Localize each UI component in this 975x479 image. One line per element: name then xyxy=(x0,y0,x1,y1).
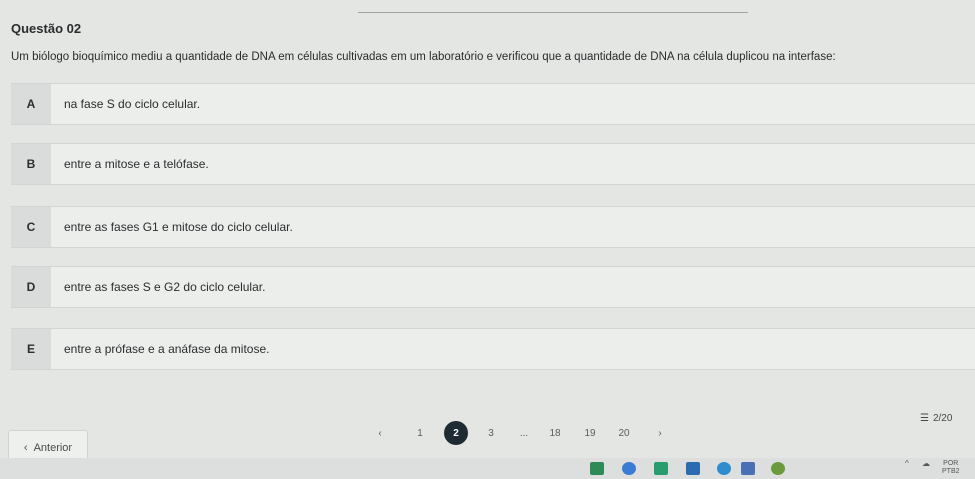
language-bottom: PTB2 xyxy=(942,468,960,475)
previous-label: Anterior xyxy=(33,441,73,454)
counter-text: 2/20 xyxy=(932,413,953,424)
option-text: entre a mitose e a telófase. xyxy=(64,157,209,171)
question-text: Um biólogo bioquímico mediu a quantidade… xyxy=(11,51,836,63)
option-letter: B xyxy=(11,144,51,184)
option-d[interactable]: D entre as fases S e G2 do ciclo celular… xyxy=(11,266,975,308)
pagination-prev-icon[interactable]: ‹ xyxy=(368,421,392,445)
taskbar-app-icon[interactable] xyxy=(771,462,785,475)
option-text: na fase S do ciclo celular. xyxy=(64,97,201,111)
option-letter: C xyxy=(11,207,51,247)
option-letter: D xyxy=(11,267,51,307)
page-ellipsis: ... xyxy=(519,427,529,439)
taskbar-browser-icon[interactable] xyxy=(622,462,636,475)
taskbar-app-icon[interactable] xyxy=(590,462,604,475)
page-link-current[interactable]: 2 xyxy=(444,421,468,445)
tray-chevron-icon[interactable]: ^ xyxy=(905,460,909,468)
option-text: entre as fases S e G2 do ciclo celular. xyxy=(64,280,266,294)
option-letter: E xyxy=(11,329,51,369)
option-text: entre as fases G1 e mitose do ciclo celu… xyxy=(64,220,293,234)
chevron-left-icon: ‹ xyxy=(23,441,28,454)
option-b[interactable]: B entre a mitose e a telófase. xyxy=(11,143,975,185)
pagination-next-icon[interactable]: › xyxy=(648,421,672,445)
tray-cloud-icon[interactable]: ☁ xyxy=(922,460,930,468)
language-top: POR xyxy=(943,460,959,467)
taskbar-mail-icon[interactable] xyxy=(686,462,700,475)
question-title: Questão 02 xyxy=(11,21,82,36)
taskbar-app-icon[interactable] xyxy=(654,462,668,475)
list-icon: ☰ xyxy=(920,413,929,424)
page-link[interactable]: 20 xyxy=(612,421,636,445)
page-link[interactable]: 19 xyxy=(578,421,602,445)
taskbar-edge-icon[interactable] xyxy=(717,462,731,475)
top-divider xyxy=(358,12,748,13)
page-link[interactable]: 18 xyxy=(543,421,567,445)
page-link[interactable]: 1 xyxy=(408,421,432,445)
page-link[interactable]: 3 xyxy=(479,421,503,445)
option-letter: A xyxy=(11,84,51,124)
option-a[interactable]: A na fase S do ciclo celular. xyxy=(11,83,975,125)
taskbar-app-icon[interactable] xyxy=(741,462,755,475)
option-e[interactable]: E entre a prófase e a anáfase da mitose. xyxy=(11,328,975,370)
question-counter[interactable]: ☰ 2/20 xyxy=(920,413,952,424)
option-text: entre a prófase e a anáfase da mitose. xyxy=(64,342,270,356)
option-c[interactable]: C entre as fases G1 e mitose do ciclo ce… xyxy=(11,206,975,248)
language-indicator[interactable]: POR PTB2 xyxy=(942,460,960,476)
taskbar xyxy=(0,458,975,479)
